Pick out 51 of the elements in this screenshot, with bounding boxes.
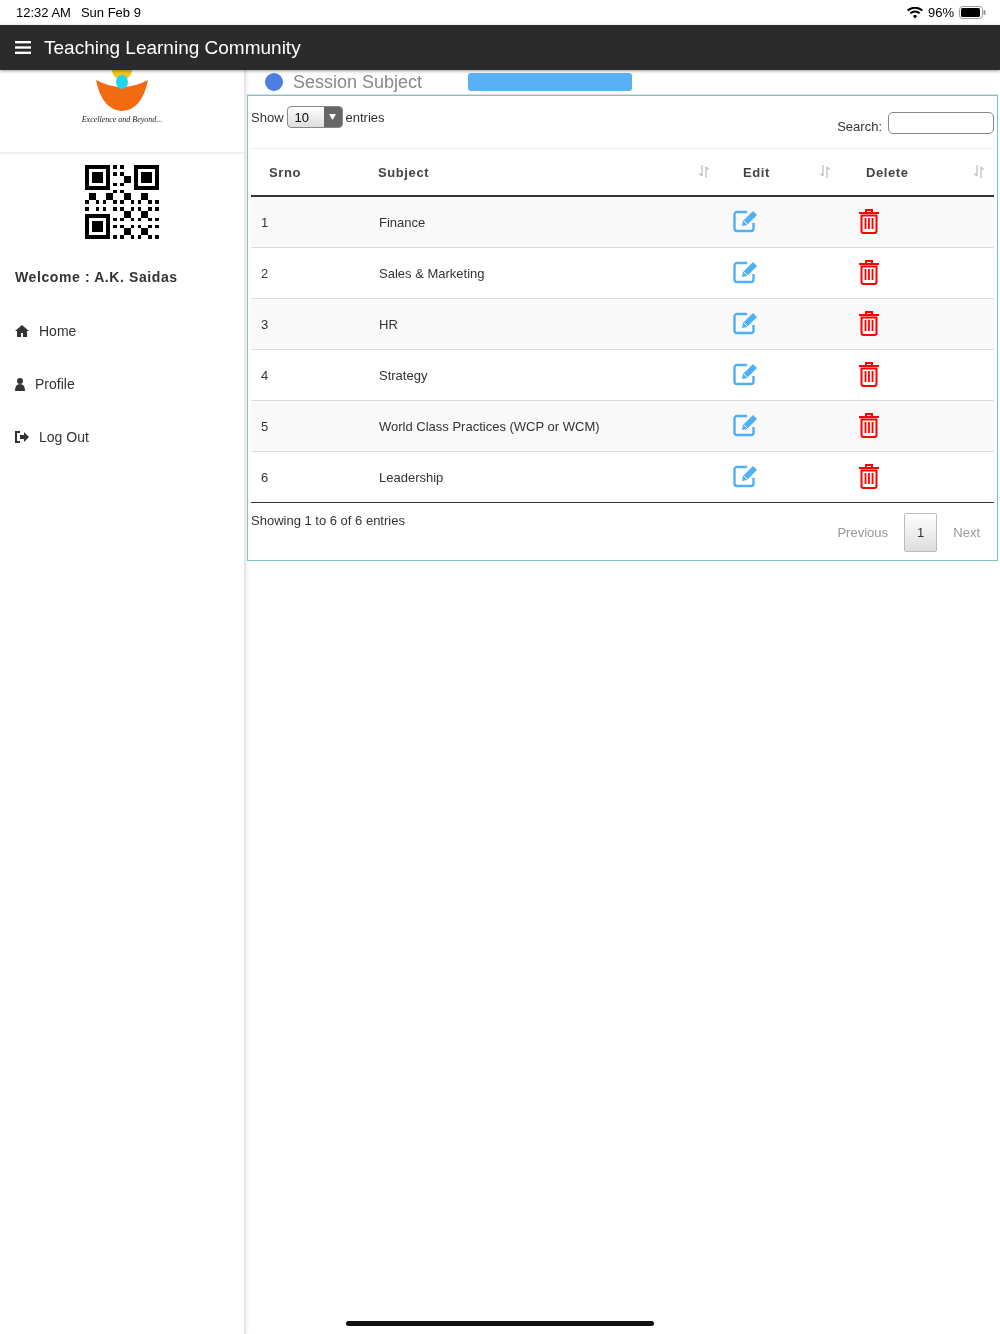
table-cell: Sales & Marketing	[379, 265, 485, 281]
logo-icon	[94, 70, 150, 112]
table-cell: 1	[261, 214, 269, 230]
page-title: Session Subject	[293, 72, 423, 92]
sort-icon[interactable]	[820, 165, 830, 178]
sidebar-item[interactable]: Home	[0, 323, 244, 339]
table-cell: 5	[261, 418, 269, 434]
search-label: Search:	[837, 119, 882, 134]
wifi-icon	[906, 6, 923, 19]
table-cell: Strategy	[379, 367, 428, 383]
table-cell: 2	[261, 265, 269, 281]
welcome-text: Welcome : A.K. Saidas	[14, 268, 179, 285]
logo-tagline: Excellence and Beyond...	[81, 115, 163, 124]
home-icon	[15, 325, 29, 337]
table-cell: Leadership	[379, 469, 444, 485]
show-label: Show	[251, 109, 284, 125]
status-time: 12:32 AM	[16, 5, 71, 20]
table-info: Showing 1 to 6 of 6 entries	[251, 513, 405, 528]
page-button[interactable]: 1	[904, 513, 938, 552]
sort-icon[interactable]	[699, 165, 709, 178]
trash-icon[interactable]	[858, 360, 880, 387]
column-header[interactable]: Delete	[866, 164, 909, 180]
battery-icon	[959, 6, 986, 19]
column-header[interactable]: Srno	[269, 164, 301, 180]
trash-icon[interactable]	[858, 411, 880, 438]
trash-icon[interactable]	[858, 207, 880, 234]
battery-percent: 96%	[927, 5, 954, 20]
sidebar-item[interactable]: Log Out	[0, 429, 244, 445]
table-cell: 4	[261, 367, 269, 383]
page-size-select[interactable]: 10	[286, 106, 343, 128]
status-date: Sun Feb 9	[80, 5, 141, 20]
trash-icon[interactable]	[858, 309, 880, 336]
trash-icon[interactable]	[858, 462, 880, 489]
table-cell: HR	[379, 316, 398, 332]
table-cell: 6	[261, 469, 269, 485]
table-cell: World Class Practices (WCP or WCM)	[379, 418, 600, 434]
logout-icon	[15, 431, 29, 443]
column-header[interactable]: Subject	[378, 164, 430, 180]
column-header[interactable]: Edit	[743, 164, 770, 180]
sidebar-item[interactable]: Profile	[0, 376, 244, 392]
menu-icon[interactable]	[15, 41, 31, 54]
table-cell: 3	[261, 316, 269, 332]
person-icon	[15, 377, 25, 391]
search-field[interactable]	[888, 112, 994, 134]
entries-label: entries	[345, 109, 385, 125]
caret-icon	[329, 114, 337, 120]
trash-icon[interactable]	[858, 258, 880, 285]
app-title: Teaching Learning Community	[44, 36, 301, 59]
table-cell: Finance	[379, 214, 426, 230]
heading-icon	[265, 73, 283, 91]
sort-icon[interactable]	[974, 165, 984, 178]
